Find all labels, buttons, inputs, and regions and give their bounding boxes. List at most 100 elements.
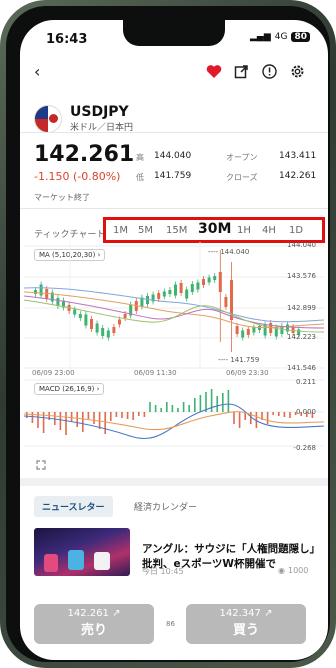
low-marker-value: 141.759 xyxy=(230,356,260,364)
fullscreen-icon[interactable] xyxy=(36,460,46,470)
candle-body xyxy=(202,279,205,285)
candle-body xyxy=(112,327,116,333)
macd-bar xyxy=(82,412,84,432)
candle-body xyxy=(34,290,37,294)
favorite-heart-icon[interactable] xyxy=(206,64,222,79)
macd-bar xyxy=(216,396,218,412)
macd-bar xyxy=(26,412,28,418)
macd-bar xyxy=(266,412,269,424)
macd-bar xyxy=(272,412,274,415)
candle-body xyxy=(56,298,60,306)
sell-button[interactable]: 142.261 ↗ 売り xyxy=(34,604,154,644)
candle-body xyxy=(185,289,189,299)
candle-body xyxy=(106,330,110,338)
candle-body xyxy=(162,291,166,297)
price-change: -1.150 (-0.80%) xyxy=(34,170,121,183)
pair-symbol: USDJPY xyxy=(70,104,129,120)
candle-body xyxy=(90,319,93,329)
macd-bar xyxy=(115,412,118,417)
signal-icon: ▂▄▆ xyxy=(250,32,271,42)
macd-bar xyxy=(59,412,62,430)
phone-bezel: 16:43 ▂▄▆ 4G 80 ‹ USDJPY 米ドル／日本円 142.261… xyxy=(6,6,330,662)
macd-bar xyxy=(194,398,196,412)
macd-bar xyxy=(121,412,123,418)
tick-chart-tab[interactable]: ティックチャート xyxy=(34,227,105,240)
macd-bar xyxy=(166,402,168,412)
timeframe-1h[interactable]: 1H xyxy=(237,225,251,236)
candles xyxy=(34,250,301,352)
candle-body xyxy=(73,309,77,315)
timeframe-1d[interactable]: 1D xyxy=(289,225,303,236)
battery-icon: 80 xyxy=(291,32,310,42)
macd-bar xyxy=(171,405,174,412)
candle-body xyxy=(224,297,228,307)
macd-bar xyxy=(132,412,134,420)
tab-newsletter[interactable]: ニュースレター xyxy=(34,496,113,517)
macd-bar xyxy=(289,412,291,418)
back-icon[interactable]: ‹ xyxy=(34,62,40,81)
share-icon[interactable] xyxy=(234,64,249,79)
price-axis-label: 143.576 xyxy=(287,272,316,280)
trend-up-icon: ↗ xyxy=(112,608,121,619)
price-axis-label: 141.546 xyxy=(287,364,316,372)
low-value: 141.759 xyxy=(154,171,192,181)
macd-bar xyxy=(278,412,280,416)
trend-up-icon: ↗ xyxy=(264,608,273,619)
candle-body xyxy=(95,323,99,333)
candle-body xyxy=(207,277,211,283)
macd-axis-label: 0.211 xyxy=(295,378,316,386)
low-marker: ---- 141.759 xyxy=(218,356,260,364)
high-marker: ---- 144.040 xyxy=(208,248,250,256)
macd-bar xyxy=(87,412,90,419)
macd-bar xyxy=(210,389,213,412)
pair-header: USDJPY 米ドル／日本円 xyxy=(34,104,133,133)
macd-bar xyxy=(188,405,190,412)
current-price: 142.261 xyxy=(34,142,135,167)
buy-button[interactable]: 142.347 ↗ 買う xyxy=(186,604,306,644)
market-status: マーケット終了 xyxy=(34,193,90,202)
sell-price: 142.261 xyxy=(67,608,109,619)
article-time: 今日 10:45 xyxy=(142,567,184,576)
candle-body xyxy=(213,276,217,280)
info-icon[interactable] xyxy=(262,64,277,79)
candle-body xyxy=(218,272,222,292)
macd-bar xyxy=(76,412,78,427)
network-label: 4G xyxy=(274,32,288,42)
macd-bar xyxy=(126,412,129,419)
eye-icon: ◉ xyxy=(278,566,285,575)
macd-chart[interactable] xyxy=(20,376,328,452)
candle-body xyxy=(101,328,105,336)
timeframe-5m[interactable]: 5M xyxy=(138,225,153,236)
buy-price: 142.347 xyxy=(219,608,261,619)
candle-body xyxy=(252,327,256,333)
sell-label: 売り xyxy=(80,623,107,638)
timeframe-1m[interactable]: 1M xyxy=(113,225,128,236)
macd-bar xyxy=(227,390,230,412)
macd-bar xyxy=(93,412,95,424)
macd-bar xyxy=(222,393,224,412)
app-screen: 16:43 ▂▄▆ 4G 80 ‹ USDJPY 米ドル／日本円 142.261… xyxy=(20,20,328,660)
macd-bar xyxy=(177,408,179,412)
macd-bar xyxy=(110,412,112,421)
candle-body xyxy=(246,329,250,335)
open-value: 143.411 xyxy=(279,151,317,161)
candle-body xyxy=(196,282,200,290)
close-value: 142.261 xyxy=(279,171,317,181)
settings-gear-icon[interactable] xyxy=(290,64,305,79)
price-axis-label: 142.223 xyxy=(287,333,316,341)
macd-bar xyxy=(238,412,241,428)
candle-body xyxy=(241,330,245,338)
macd-bar xyxy=(149,402,151,412)
price-axis-label: 142.899 xyxy=(287,304,316,312)
timeframe-4h[interactable]: 4H xyxy=(262,225,276,236)
article-thumbnail[interactable] xyxy=(34,528,130,576)
macd-bar xyxy=(182,402,185,412)
timeframe-15m[interactable]: 15M xyxy=(166,225,187,236)
price-chart[interactable] xyxy=(20,242,328,370)
tab-economic-calendar[interactable]: 経済カレンダー xyxy=(134,500,197,513)
us-flag-icon xyxy=(34,104,62,133)
macd-axis-label: -0.268 xyxy=(293,444,316,452)
timeframe-30m[interactable]: 30M xyxy=(198,221,231,237)
macd-bar xyxy=(31,412,34,423)
status-time: 16:43 xyxy=(46,32,88,47)
